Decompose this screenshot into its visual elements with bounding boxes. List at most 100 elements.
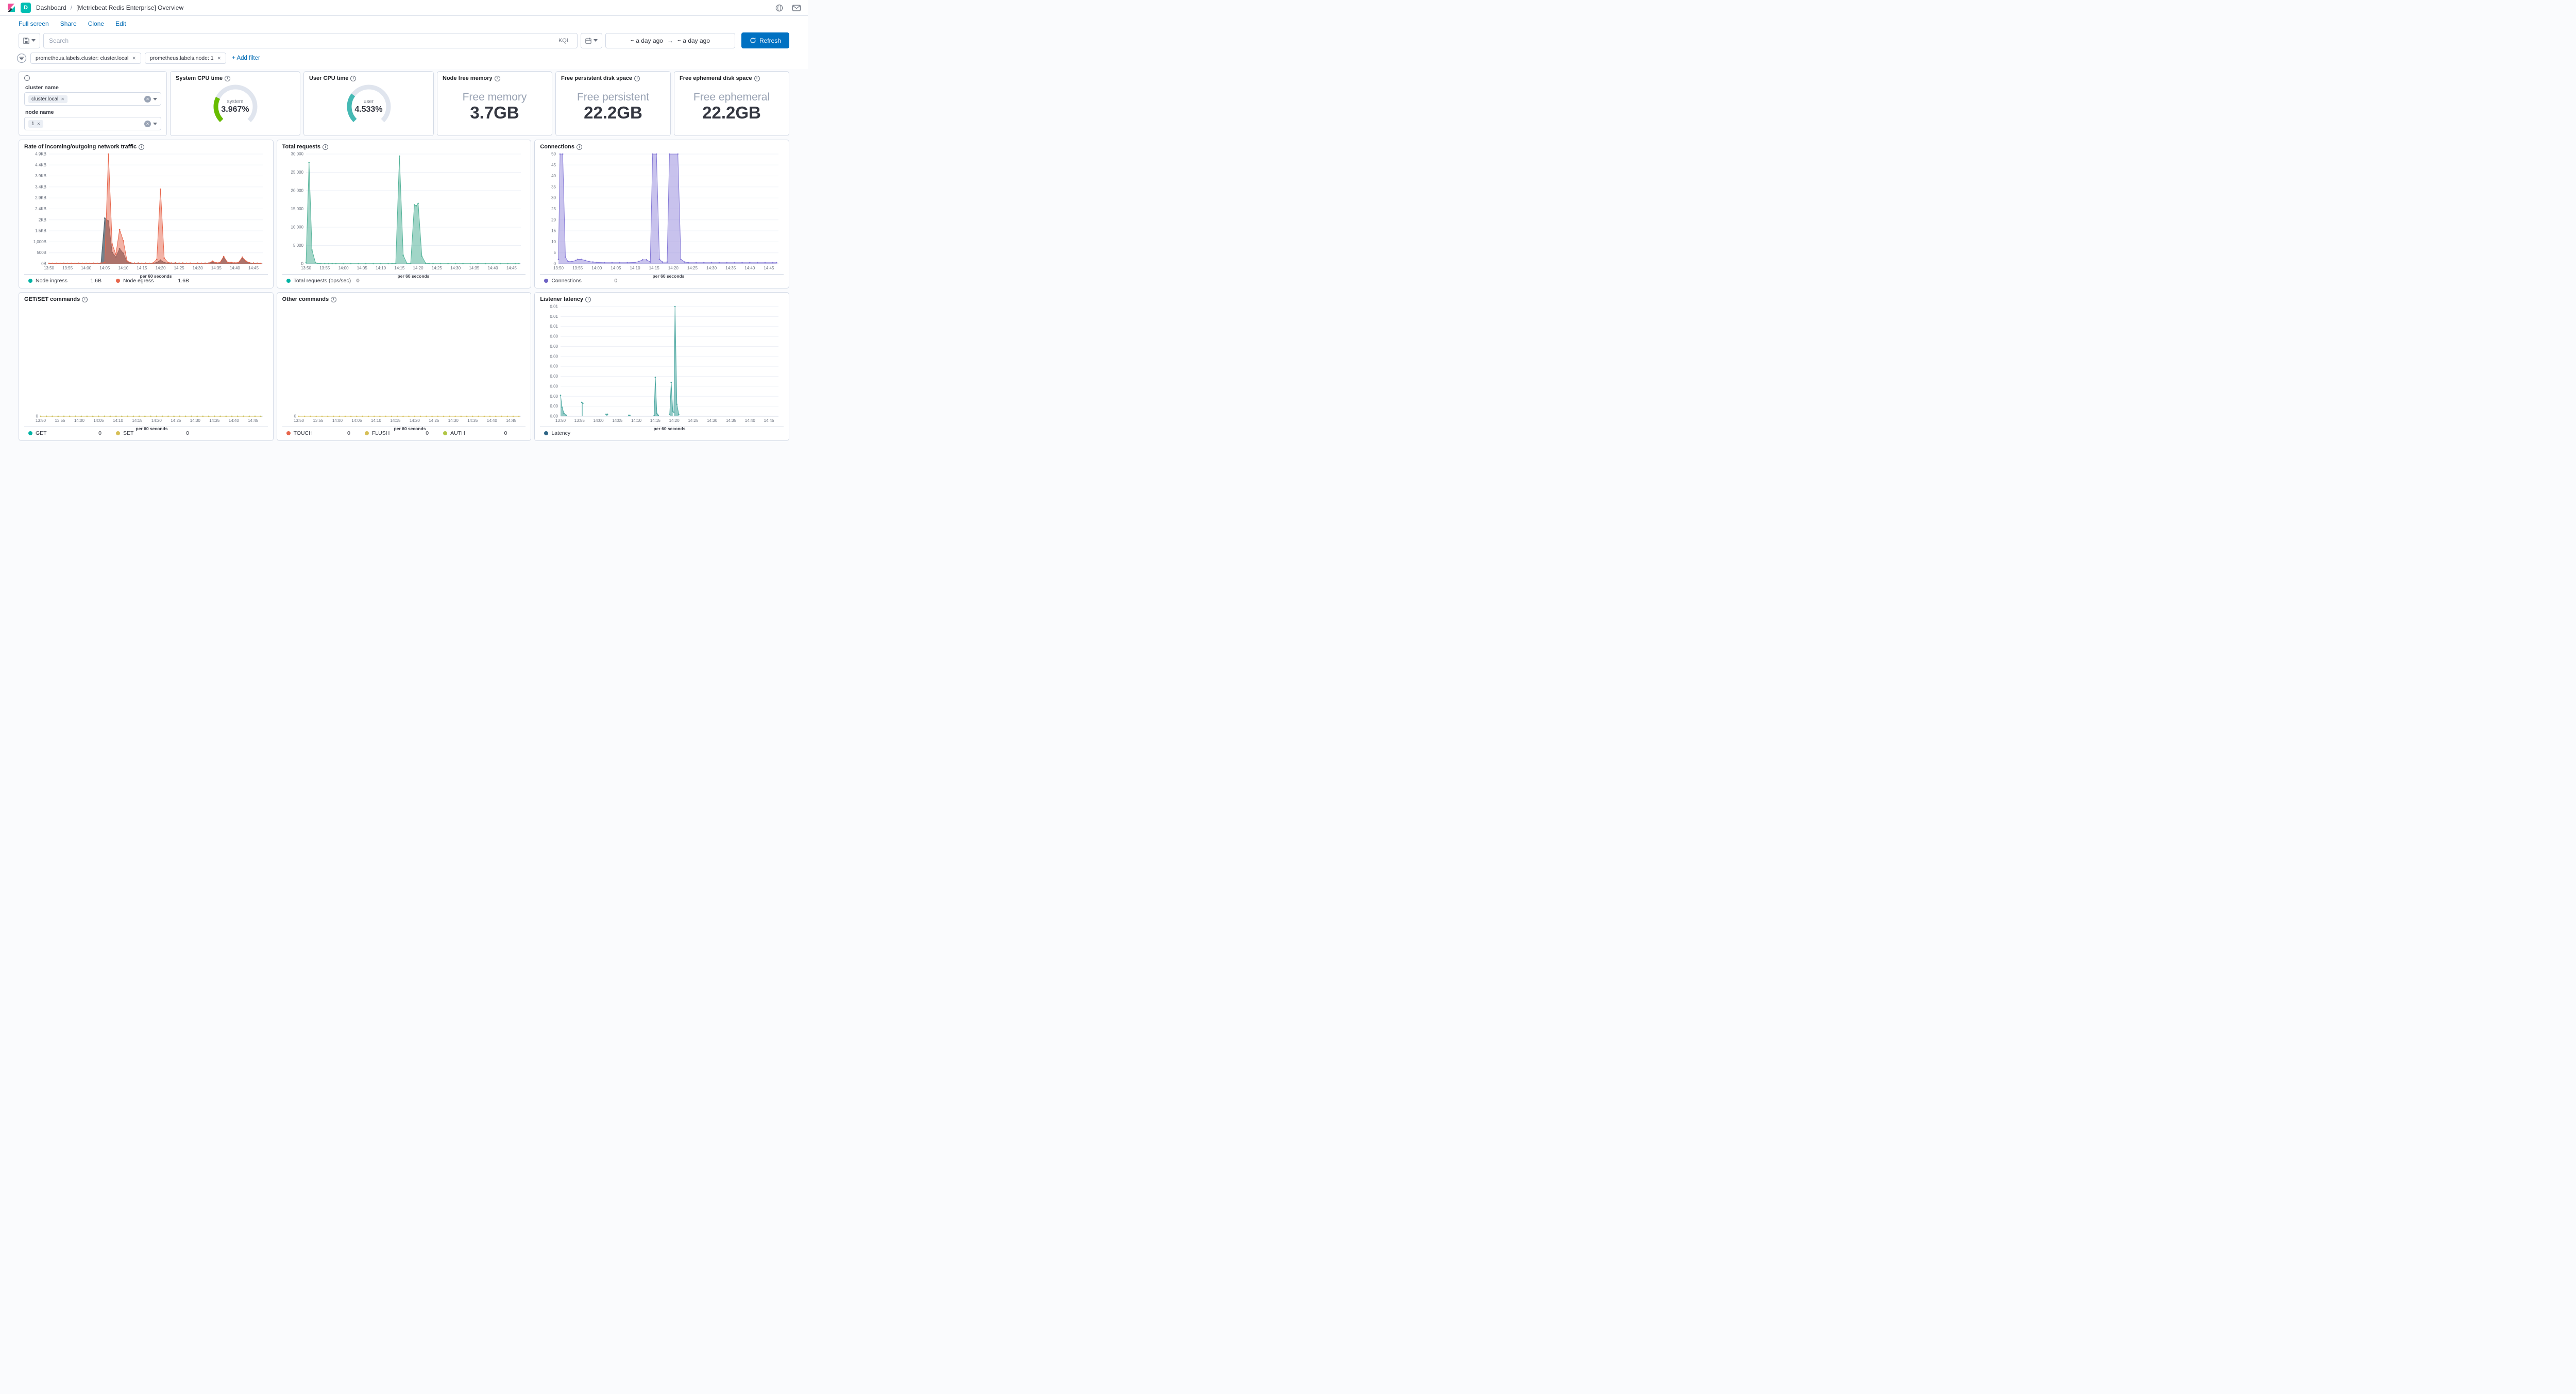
panel-get-set-commands: GET/SET commands 013:5013:5514:0014:0514… (19, 292, 274, 441)
svg-text:14:05: 14:05 (357, 266, 367, 270)
svg-text:0.00: 0.00 (550, 374, 558, 379)
panel-free-ephemeral-disk: Free ephemeral disk space Free ephemeral… (674, 71, 789, 136)
svg-text:14:45: 14:45 (764, 266, 775, 270)
menu-clone[interactable]: Clone (88, 20, 104, 27)
svg-text:14:10: 14:10 (631, 418, 642, 423)
svg-text:0.00: 0.00 (550, 334, 558, 339)
metric-value: 22.2GB (702, 104, 761, 122)
legend-value: 0 (614, 278, 632, 284)
svg-text:3.4KB: 3.4KB (35, 184, 46, 189)
menu-edit[interactable]: Edit (115, 20, 126, 27)
svg-text:14:40: 14:40 (745, 266, 756, 270)
legend-item[interactable]: Total requests (ops/sec)0 (286, 278, 374, 284)
svg-text:14:10: 14:10 (630, 266, 641, 270)
network-traffic-chart[interactable]: 0B500B1,000B1.5KB2KB2.4KB2.9KB3.4KB3.9KB… (24, 150, 268, 273)
svg-text:14:25: 14:25 (171, 418, 181, 423)
clear-selection-icon[interactable] (144, 96, 151, 103)
legend-dot (286, 431, 291, 435)
svg-text:10,000: 10,000 (291, 225, 303, 230)
total-requests-chart[interactable]: 05,00010,00015,00020,00025,00030,00013:5… (282, 150, 526, 273)
legend-item[interactable]: Latency (544, 430, 632, 436)
info-icon[interactable] (754, 76, 760, 81)
search-input[interactable]: Search KQL (43, 33, 578, 48)
free-persistent-metric: Free persistent 22.2GB (561, 81, 665, 132)
remove-option-icon[interactable]: ✕ (61, 97, 64, 101)
info-icon[interactable] (634, 76, 640, 81)
calendar-icon (585, 38, 591, 44)
panel-network-traffic: Rate of incoming/outgoing network traffi… (19, 140, 274, 288)
filter-pill-label: prometheus.labels.cluster: cluster.local (36, 55, 128, 61)
filter-pill-node[interactable]: prometheus.labels.node: 1 ✕ (145, 53, 226, 64)
kibana-logo[interactable] (7, 4, 15, 12)
filter-pill-label: prometheus.labels.node: 1 (150, 55, 214, 61)
svg-text:40: 40 (551, 174, 556, 178)
svg-text:14:45: 14:45 (248, 266, 259, 270)
legend-item[interactable]: FLUSH0 (365, 430, 443, 436)
get-set-commands-chart[interactable]: 013:5013:5514:0014:0514:1014:1514:2014:2… (24, 302, 268, 426)
menu-share[interactable]: Share (60, 20, 77, 27)
datepicker-quick-menu-button[interactable] (581, 33, 602, 48)
legend-item[interactable]: Connections0 (544, 278, 632, 284)
info-icon[interactable] (225, 76, 230, 81)
legend-item[interactable]: AUTH0 (443, 430, 521, 436)
breadcrumb-dashboard[interactable]: Dashboard (36, 4, 66, 11)
menu-full-screen[interactable]: Full screen (19, 20, 49, 27)
panel-user-cpu: User CPU time user 4.533% (303, 71, 434, 136)
add-filter-button[interactable]: + Add filter (232, 55, 260, 61)
info-icon[interactable] (139, 144, 144, 150)
listener-latency-chart[interactable]: 0.000.000.000.000.000.000.000.000.000.01… (540, 302, 784, 426)
other-commands-chart[interactable]: 013:5013:5514:0014:0514:1014:1514:2014:2… (282, 302, 526, 426)
svg-text:4.4KB: 4.4KB (35, 163, 46, 167)
row-metrics: cluster name cluster.local ✕ node name 1… (19, 71, 789, 136)
panel-title: Node free memory (443, 75, 493, 81)
clear-selection-icon[interactable] (144, 121, 151, 127)
user-cpu-gauge: user 4.533% (309, 81, 428, 132)
info-icon[interactable] (323, 144, 328, 150)
refresh-button[interactable]: Refresh (741, 32, 789, 48)
space-badge[interactable]: D (21, 3, 31, 13)
info-icon[interactable] (350, 76, 356, 81)
legend-item[interactable]: GET0 (28, 430, 116, 436)
info-icon[interactable] (82, 297, 88, 302)
legend-item[interactable]: TOUCH0 (286, 430, 365, 436)
row-charts-1: Rate of incoming/outgoing network traffi… (19, 140, 789, 288)
chart-legend: Total requests (ops/sec)0 (282, 274, 526, 284)
legend-label: FLUSH (372, 430, 389, 436)
node-name-combobox[interactable]: 1 ✕ (24, 117, 161, 130)
svg-text:14:00: 14:00 (594, 418, 604, 423)
free-memory-metric: Free memory 3.7GB (443, 81, 547, 132)
date-from[interactable]: ~ a day ago (631, 37, 663, 44)
svg-text:10: 10 (551, 240, 556, 244)
remove-option-icon[interactable]: ✕ (37, 122, 41, 126)
remove-filter-icon[interactable]: ✕ (132, 56, 136, 61)
legend-value: 0 (504, 430, 521, 436)
saved-query-button[interactable] (19, 33, 40, 48)
globe-icon[interactable] (775, 4, 783, 12)
svg-text:13:55: 13:55 (572, 266, 583, 270)
connections-chart[interactable]: 0510152025303540455013:5013:5514:0014:05… (540, 150, 784, 273)
chevron-down-icon (153, 98, 157, 100)
info-icon[interactable] (495, 76, 500, 81)
selected-option-tag[interactable]: 1 ✕ (28, 120, 43, 128)
mail-icon[interactable] (792, 5, 801, 11)
info-icon[interactable] (585, 297, 591, 302)
legend-value: 0 (98, 430, 116, 436)
filter-pill-cluster[interactable]: prometheus.labels.cluster: cluster.local… (30, 53, 141, 64)
date-range-picker[interactable]: ~ a day ago → ~ a day ago (605, 33, 735, 48)
info-icon[interactable] (24, 75, 30, 81)
filter-icon[interactable] (16, 53, 27, 63)
selected-option-tag[interactable]: cluster.local ✕ (28, 95, 67, 103)
legend-item[interactable]: Node ingress1.6B (28, 278, 116, 284)
date-to[interactable]: ~ a day ago (677, 37, 710, 44)
svg-text:14:25: 14:25 (429, 418, 439, 423)
cluster-name-combobox[interactable]: cluster.local ✕ (24, 92, 161, 106)
header-actions (775, 4, 801, 12)
svg-text:14:15: 14:15 (650, 418, 661, 423)
kql-language-button[interactable]: KQL (556, 38, 572, 44)
info-icon[interactable] (577, 144, 582, 150)
remove-filter-icon[interactable]: ✕ (217, 56, 222, 61)
legend-item[interactable]: SET0 (116, 430, 204, 436)
legend-item[interactable]: Node egress1.6B (116, 278, 204, 284)
info-icon[interactable] (331, 297, 336, 302)
panel-connections: Connections 0510152025303540455013:5013:… (534, 140, 789, 288)
